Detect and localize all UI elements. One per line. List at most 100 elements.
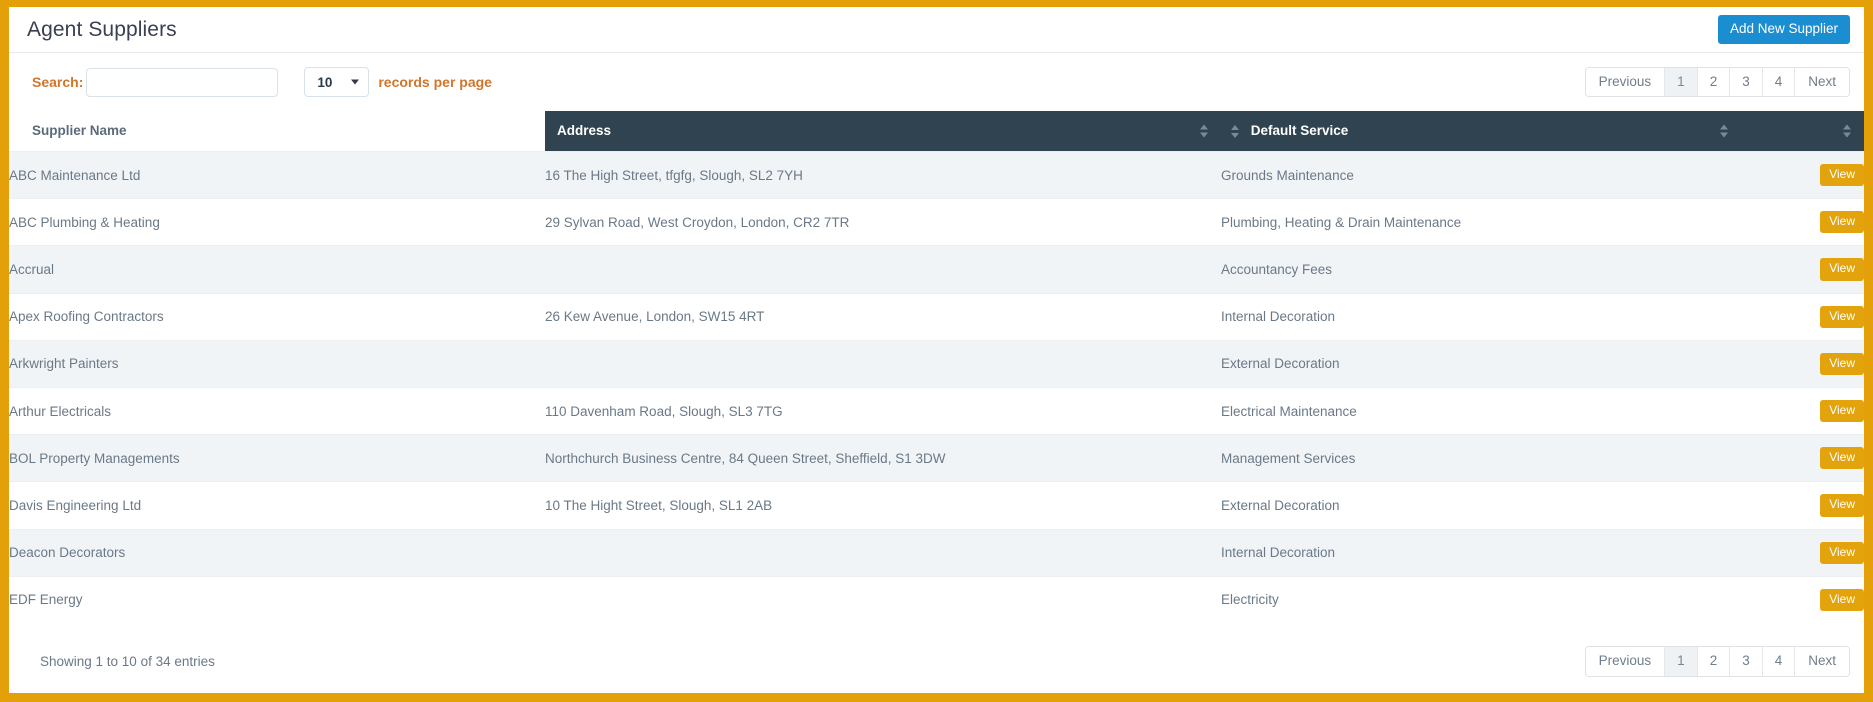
- table-row: Accrual Accountancy Fees View: [9, 245, 1864, 294]
- pagination-page-4[interactable]: 4: [1762, 67, 1796, 97]
- sort-icon-default-service-left[interactable]: [1231, 124, 1240, 138]
- sort-icon-default-service[interactable]: [1720, 124, 1729, 138]
- cell-default-service: Electricity: [1221, 575, 1741, 623]
- pagination-bottom-previous[interactable]: Previous: [1585, 647, 1666, 676]
- cell-address: [545, 339, 1221, 388]
- suppliers-table: Supplier Name Address Default Service AB…: [9, 111, 1864, 623]
- table-row: BOL Property Managements Northchurch Busi…: [9, 434, 1864, 482]
- cell-actions: View: [1741, 434, 1864, 482]
- table-row: EDF Energy Electricity View: [9, 575, 1864, 623]
- pagination-bottom-page-2[interactable]: 2: [1697, 647, 1731, 676]
- cell-default-service: Plumbing, Heating & Drain Maintenance: [1221, 198, 1741, 246]
- cell-address: [545, 575, 1221, 623]
- column-header-supplier-name-label: Supplier Name: [32, 123, 127, 138]
- cell-default-service: Electrical Maintenance: [1221, 386, 1741, 435]
- cell-actions: View: [1741, 245, 1864, 294]
- view-button[interactable]: View: [1820, 541, 1864, 564]
- column-header-address[interactable]: Address: [545, 111, 1221, 152]
- view-button[interactable]: View: [1820, 588, 1864, 611]
- cell-address: [545, 245, 1221, 294]
- table-head: Supplier Name Address Default Service: [9, 111, 1864, 152]
- records-per-page-label: records per page: [378, 74, 492, 90]
- column-header-supplier-name[interactable]: Supplier Name: [9, 111, 545, 152]
- view-button[interactable]: View: [1820, 447, 1864, 470]
- pagination-top: Previous 1 2 3 4 Next: [1584, 66, 1850, 98]
- cell-default-service: Internal Decoration: [1221, 528, 1741, 577]
- table-row: Arkwright Painters External Decoration Vie…: [9, 339, 1864, 388]
- records-per-page-value: 10: [317, 74, 333, 90]
- pagination-bottom-page-4[interactable]: 4: [1762, 647, 1796, 676]
- view-button[interactable]: View: [1820, 305, 1864, 328]
- page-root: Agent Suppliers Add New Supplier Search:…: [0, 0, 1873, 702]
- table-row: Arthur Electricals 110 Davenham Road, Slo…: [9, 386, 1864, 435]
- column-header-address-label: Address: [557, 123, 612, 138]
- cell-supplier-name: EDF Energy: [9, 575, 545, 623]
- view-button[interactable]: View: [1820, 399, 1864, 423]
- cell-supplier-name: Deacon Decorators: [9, 528, 545, 577]
- table-toolbar: Search: 10 records per page Previous 1 2…: [9, 53, 1864, 111]
- page-header: Agent Suppliers Add New Supplier: [9, 7, 1864, 53]
- cell-actions: View: [1741, 198, 1864, 246]
- records-per-page-select[interactable]: 10: [304, 67, 370, 97]
- cell-address: 10 The Hight Street, Slough, SL1 2AB: [545, 481, 1221, 529]
- cell-actions: View: [1741, 150, 1864, 199]
- cell-supplier-name: Accrual: [9, 245, 545, 294]
- view-button[interactable]: View: [1820, 494, 1864, 517]
- cell-default-service: Internal Decoration: [1221, 292, 1741, 341]
- cell-address: 110 Davenham Road, Slough, SL3 7TG: [545, 386, 1221, 435]
- view-button[interactable]: View: [1820, 164, 1864, 187]
- pagination-previous[interactable]: Previous: [1585, 67, 1666, 97]
- search-label: Search:: [32, 74, 84, 90]
- column-header-default-service[interactable]: Default Service: [1221, 111, 1741, 152]
- cell-supplier-name: Davis Engineering Ltd: [9, 481, 545, 529]
- pagination-bottom: Previous 1 2 3 4 Next: [1584, 646, 1850, 677]
- view-button[interactable]: View: [1820, 211, 1864, 234]
- cell-supplier-name: Arkwright Painters: [9, 339, 545, 388]
- cell-actions: View: [1741, 292, 1864, 341]
- column-header-actions[interactable]: [1741, 111, 1864, 152]
- cell-actions: View: [1741, 575, 1864, 623]
- cell-address: Northchurch Business Centre, 84 Queen St…: [545, 434, 1221, 482]
- sort-icon-actions[interactable]: [1843, 124, 1852, 138]
- sort-icon-address[interactable]: [1200, 124, 1209, 138]
- pagination-bottom-next[interactable]: Next: [1795, 647, 1849, 676]
- table-body: ABC Maintenance Ltd 16 The High Street, t…: [9, 150, 1864, 623]
- pagination-page-3[interactable]: 3: [1730, 67, 1763, 97]
- cell-default-service: Accountancy Fees: [1221, 245, 1741, 294]
- cell-address: 29 Sylvan Road, West Croydon, London, CR…: [545, 198, 1221, 246]
- cell-address: 16 The High Street, tfgfg, Slough, SL2 7…: [545, 150, 1221, 199]
- cell-actions: View: [1741, 339, 1864, 388]
- cell-default-service: Grounds Maintenance: [1221, 150, 1741, 199]
- cell-supplier-name: ABC Plumbing & Heating: [9, 198, 545, 246]
- table-row: Deacon Decorators Internal Decoration View: [9, 528, 1864, 577]
- cell-supplier-name: BOL Property Managements: [9, 434, 545, 482]
- add-new-supplier-button[interactable]: Add New Supplier: [1717, 15, 1850, 44]
- cell-actions: View: [1741, 481, 1864, 529]
- cell-default-service: External Decoration: [1221, 339, 1741, 388]
- pagination-bottom-page-3[interactable]: 3: [1730, 647, 1763, 676]
- table-row: ABC Plumbing & Heating 29 Sylvan Road, We…: [9, 198, 1864, 246]
- entries-info: Showing 1 to 10 of 34 entries: [40, 653, 215, 669]
- cell-default-service: Management Services: [1221, 434, 1741, 482]
- cell-actions: View: [1741, 528, 1864, 577]
- table-row: Apex Roofing Contractors 26 Kew Avenue, L…: [9, 292, 1864, 341]
- page-length-group: 10 records per page: [304, 67, 492, 97]
- table-footer: Showing 1 to 10 of 34 entries Previous 1…: [9, 623, 1864, 689]
- cell-supplier-name: Apex Roofing Contractors: [9, 292, 545, 341]
- pagination-page-1[interactable]: 1: [1665, 67, 1698, 97]
- view-button[interactable]: View: [1820, 258, 1864, 281]
- pagination-next[interactable]: Next: [1795, 67, 1849, 97]
- search-group: Search:: [32, 67, 279, 97]
- cell-actions: View: [1741, 386, 1864, 435]
- cell-address: 26 Kew Avenue, London, SW15 4RT: [545, 292, 1221, 341]
- cell-supplier-name: ABC Maintenance Ltd: [9, 150, 545, 199]
- pagination-bottom-page-1[interactable]: 1: [1665, 647, 1698, 676]
- column-header-default-service-label: Default Service: [1250, 123, 1349, 138]
- view-button[interactable]: View: [1820, 352, 1864, 375]
- cell-default-service: External Decoration: [1221, 481, 1741, 529]
- cell-address: [545, 528, 1221, 577]
- pagination-page-2[interactable]: 2: [1697, 67, 1731, 97]
- search-input[interactable]: [86, 67, 279, 97]
- table-row: Davis Engineering Ltd 10 The Hight Street…: [9, 481, 1864, 529]
- cell-supplier-name: Arthur Electricals: [9, 386, 545, 435]
